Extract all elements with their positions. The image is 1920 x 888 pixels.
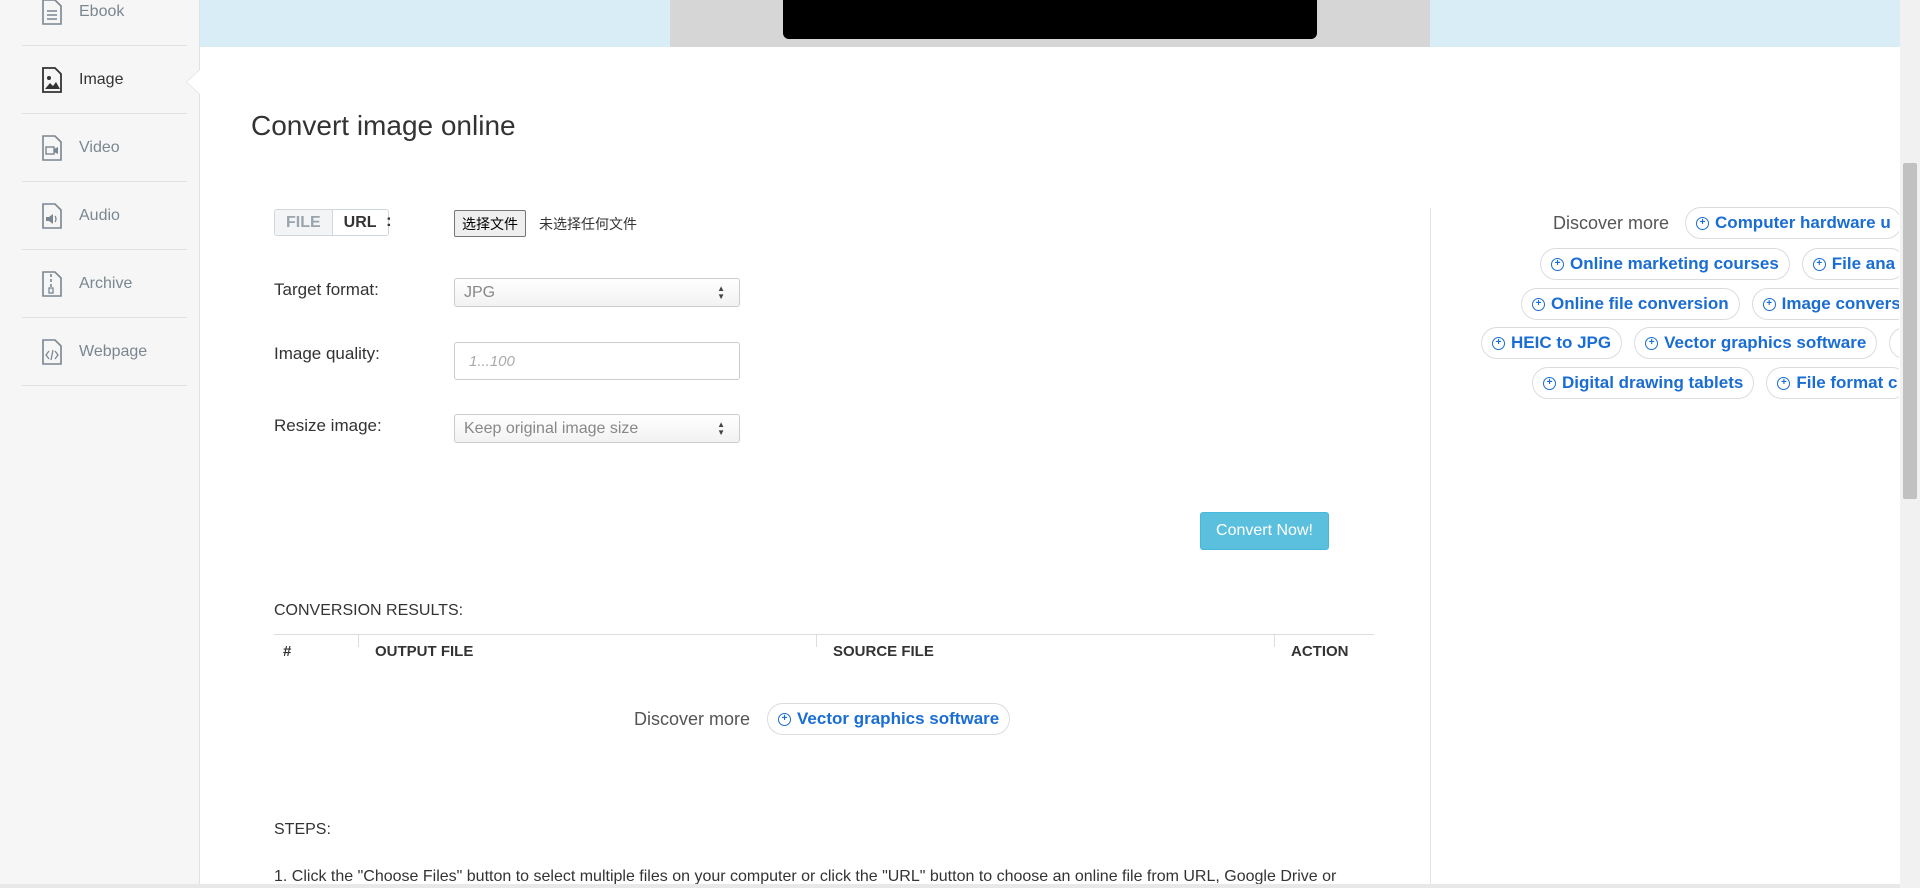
audio-icon <box>38 202 66 230</box>
sidebar-item-label: Video <box>79 138 120 156</box>
discover-row: Discover more + Computer hardware u <box>1553 207 1899 239</box>
scrollbar-thumb[interactable] <box>1903 163 1917 499</box>
discover-chip[interactable]: + Image convers <box>1751 288 1899 320</box>
col-source-file: SOURCE FILE <box>833 643 934 660</box>
sidebar-item-label: Archive <box>79 274 133 292</box>
discover-chip[interactable]: + <box>1889 327 1899 359</box>
chip-label: Image convers <box>1781 294 1899 313</box>
chip-label: Digital drawing tablets <box>1562 373 1744 392</box>
sidebar-item-label: Audio <box>79 206 120 224</box>
sidebar-item-archive[interactable]: Archive <box>22 250 187 318</box>
discover-chip[interactable]: + File ana <box>1801 248 1899 280</box>
discover-more-label: Discover more <box>634 708 751 729</box>
plus-circle-icon: + <box>1543 376 1556 390</box>
select-arrows-icon: ▲ ▼ <box>717 420 725 437</box>
chip-label: File format c <box>1796 373 1898 392</box>
url-source-tab[interactable]: URL <box>332 210 388 235</box>
chip-label: Vector graphics software <box>797 709 1000 728</box>
discover-chip[interactable]: + Online file conversion <box>1521 288 1740 320</box>
sidebar-item-video[interactable]: Video <box>22 114 187 182</box>
toggle-colon: : <box>386 211 392 230</box>
steps-title: STEPS: <box>274 821 331 838</box>
plus-circle-icon: + <box>1812 257 1826 271</box>
chip-label: Online marketing courses <box>1570 254 1779 273</box>
discover-row: + Digital drawing tablets + File format c <box>1532 367 1899 399</box>
file-source-tab[interactable]: FILE <box>275 210 333 235</box>
col-output-file: OUTPUT FILE <box>375 643 474 660</box>
plus-circle-icon: + <box>1762 297 1776 311</box>
col-action: ACTION <box>1291 643 1349 660</box>
column-divider <box>358 635 359 647</box>
convert-now-button[interactable]: Convert Now! <box>1200 512 1329 550</box>
plus-circle-icon: + <box>778 712 792 726</box>
column-divider <box>816 635 817 647</box>
sidebar-item-webpage[interactable]: Webpage <box>22 318 187 386</box>
active-pointer <box>187 70 200 94</box>
discover-chip[interactable]: + Vector graphics software <box>767 703 1011 735</box>
sidebar: Ebook Image Video Audio Archive Webpage <box>0 0 200 888</box>
resize-image-select[interactable]: Keep original image size ▲ ▼ <box>454 414 740 443</box>
discover-more-label: Discover more <box>1553 212 1670 233</box>
plus-circle-icon: + <box>1492 336 1505 350</box>
plus-circle-icon: + <box>1645 336 1659 350</box>
discover-row: + Online file conversion + Image convers <box>1521 288 1899 320</box>
chip-label: Vector graphics software <box>1664 333 1867 352</box>
col-index: # <box>283 643 292 660</box>
choose-file-button[interactable]: 选择文件 <box>454 210 526 237</box>
sidebar-item-audio[interactable]: Audio <box>22 182 187 250</box>
discover-more-inline: Discover more + Vector graphics software <box>634 703 1011 735</box>
chip-label: HEIC to JPG <box>1511 333 1612 352</box>
discover-chip[interactable]: + Online marketing courses <box>1540 248 1790 280</box>
conversion-results-title: CONVERSION RESULTS: <box>274 602 464 619</box>
video-icon <box>38 134 66 162</box>
banner-video-player[interactable] <box>783 0 1317 39</box>
target-format-select[interactable]: JPG ▲ ▼ <box>454 278 740 307</box>
sidebar-item-image[interactable]: Image <box>22 46 187 114</box>
chip-label: File ana <box>1831 254 1896 273</box>
image-quality-label: Image quality: <box>274 344 380 363</box>
resize-image-value: Keep original image size <box>464 419 639 437</box>
discover-chip[interactable]: + Digital drawing tablets <box>1532 367 1755 399</box>
discover-row: + HEIC to JPG + Vector graphics software + <box>1481 327 1899 359</box>
resize-image-label: Resize image: <box>274 416 382 435</box>
chip-label: Online file conversion <box>1551 294 1729 313</box>
archive-icon <box>38 270 66 298</box>
plus-circle-icon: + <box>1551 257 1564 271</box>
webpage-icon <box>38 338 66 366</box>
discover-more-panel: Discover more + Computer hardware u + Onli… <box>1431 200 1899 420</box>
image-quality-placeholder: 1...100 <box>469 352 515 370</box>
column-divider <box>1274 635 1275 647</box>
plus-circle-icon: + <box>1696 216 1710 230</box>
plus-circle-icon: + <box>1532 297 1545 311</box>
source-toggle: FILE URL <box>274 209 389 236</box>
discover-chip[interactable]: + Vector graphics software <box>1634 327 1878 359</box>
target-format-label: Target format: <box>274 280 379 299</box>
sidebar-item-label: Webpage <box>79 342 148 360</box>
discover-chip[interactable]: + File format c <box>1766 367 1899 399</box>
discover-chip[interactable]: + HEIC to JPG <box>1481 327 1623 359</box>
target-format-value: JPG <box>464 283 496 301</box>
sidebar-item-label: Image <box>79 70 124 88</box>
discover-row: + Online marketing courses + File ana <box>1540 248 1899 280</box>
image-icon <box>38 66 66 94</box>
sidebar-item-label: Ebook <box>79 2 125 20</box>
discover-chip[interactable]: + Computer hardware u <box>1685 207 1899 239</box>
sidebar-item-ebook[interactable]: Ebook <box>22 0 187 46</box>
page-title: Convert image online <box>251 110 516 141</box>
bottom-edge <box>0 884 1900 888</box>
chip-label: Computer hardware u <box>1715 213 1891 232</box>
plus-circle-icon: + <box>1777 376 1791 390</box>
file-status: 未选择任何文件 <box>539 216 637 232</box>
image-quality-input[interactable]: 1...100 <box>454 342 740 380</box>
results-table: # OUTPUT FILE SOURCE FILE ACTION <box>274 634 1374 660</box>
ebook-icon <box>38 0 66 26</box>
select-arrows-icon: ▲ ▼ <box>717 284 725 301</box>
